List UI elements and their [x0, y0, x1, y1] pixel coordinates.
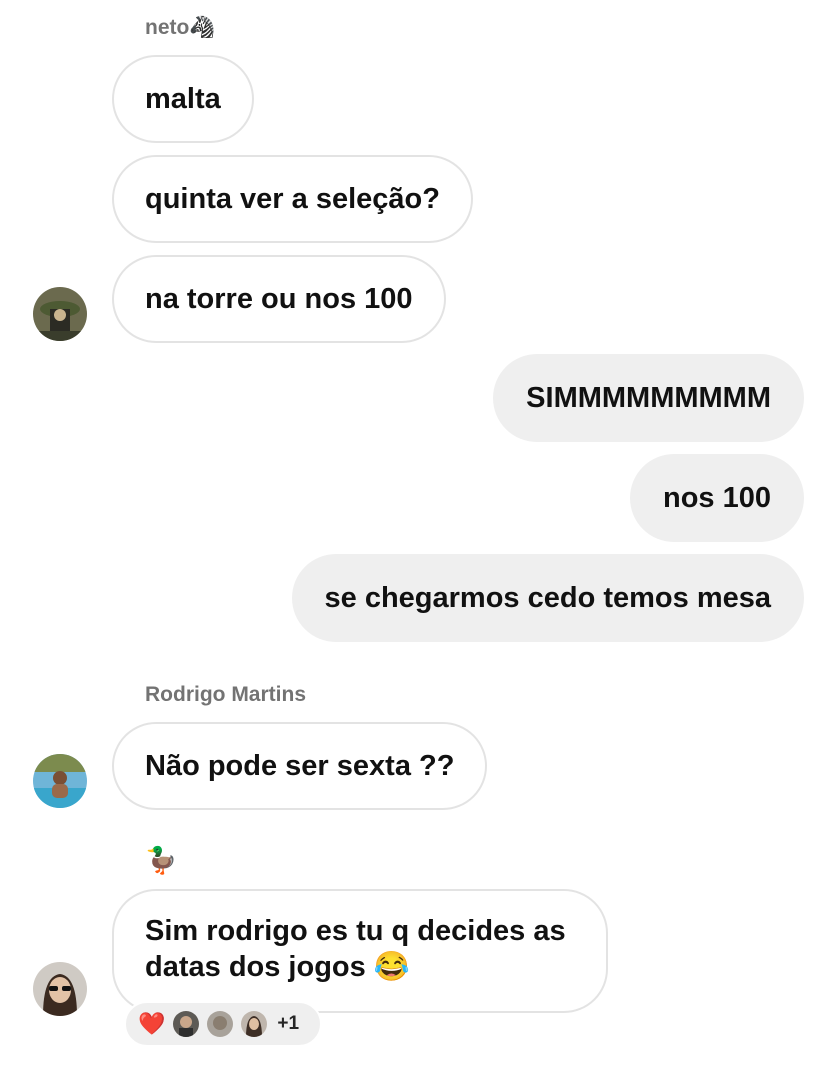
- sender-name-duck: 🦆: [145, 846, 178, 876]
- avatar-duck-sender[interactable]: [33, 962, 87, 1016]
- reactions-bar[interactable]: ❤️ +1: [124, 1001, 322, 1047]
- message-bubble[interactable]: malta: [112, 55, 254, 143]
- message-bubble[interactable]: Não pode ser sexta ??: [112, 722, 488, 810]
- message-bubble[interactable]: Sim rodrigo es tu q decides as datas dos…: [112, 889, 608, 1013]
- message-bubble-sent[interactable]: SIMMMMMMMMM: [493, 354, 804, 442]
- message-bubble[interactable]: quinta ver a seleção?: [112, 155, 473, 243]
- sender-name-neto: neto🦓: [145, 16, 216, 39]
- message-bubble[interactable]: na torre ou nos 100: [112, 255, 446, 343]
- heart-icon: ❤️: [138, 1011, 166, 1037]
- reactor-avatar: [173, 1011, 200, 1037]
- reaction-count: +1: [277, 1013, 300, 1034]
- reactor-avatar: [207, 1011, 234, 1037]
- avatar-neto[interactable]: [33, 287, 87, 341]
- message-line: Sim rodrigo es tu q decides as: [145, 915, 566, 947]
- sender-name-rodrigo: Rodrigo Martins: [145, 683, 306, 706]
- message-bubble-sent[interactable]: nos 100: [630, 454, 804, 542]
- avatar-rodrigo[interactable]: [33, 754, 87, 808]
- reactor-avatar: [241, 1011, 268, 1037]
- message-bubble-sent[interactable]: se chegarmos cedo temos mesa: [291, 554, 804, 642]
- message-line: datas dos jogos 😂: [145, 951, 410, 983]
